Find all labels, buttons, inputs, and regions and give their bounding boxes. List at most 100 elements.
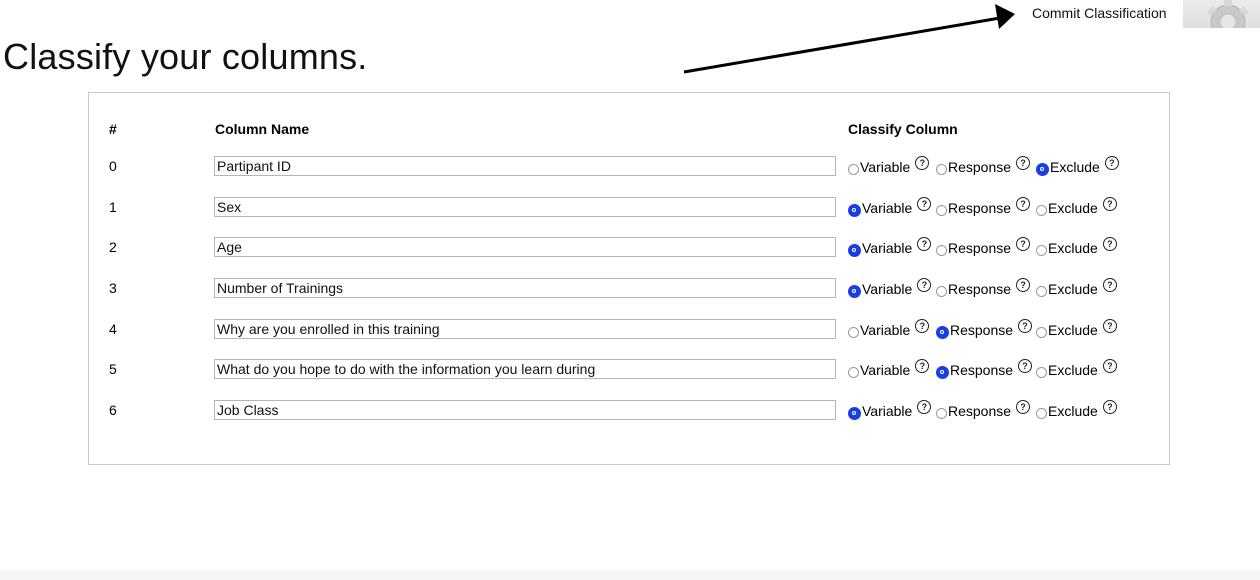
response-label: Response [950, 362, 1014, 378]
page: Classify your columns. Commit Classifica… [0, 0, 1260, 580]
help-circle-icon[interactable]: ? [1016, 156, 1031, 170]
variable-label: Variable [862, 403, 913, 419]
exclude-label: Exclude [1048, 322, 1098, 338]
exclude-option[interactable]: Exclude ? [1036, 197, 1117, 219]
column-name-input[interactable] [214, 197, 836, 217]
variable-radio[interactable] [848, 284, 861, 298]
response-label: Response [948, 200, 1012, 216]
response-option[interactable]: Response ? [936, 400, 1031, 422]
response-label: Response [948, 281, 1012, 297]
column-name-input[interactable] [214, 278, 836, 298]
response-option[interactable]: Response ? [936, 359, 1033, 381]
help-circle-icon[interactable]: ? [1102, 400, 1117, 414]
response-label: Response [948, 240, 1012, 256]
variable-radio[interactable] [848, 163, 859, 175]
column-name-input[interactable] [214, 400, 836, 420]
variable-option[interactable]: Variable ? [848, 359, 930, 381]
column-name-input[interactable] [214, 319, 836, 339]
help-circle-icon[interactable]: ? [1018, 359, 1033, 373]
help-circle-icon[interactable]: ? [1016, 278, 1031, 292]
help-circle-icon[interactable]: ? [917, 197, 932, 211]
table-row: 4 Variable ? Response ? Exclude ? [89, 319, 1169, 341]
response-option[interactable]: Response ? [936, 237, 1031, 259]
response-radio[interactable] [936, 325, 949, 339]
classification-panel: # Column Name Classify Column 0 Variable… [88, 92, 1170, 465]
row-number: 6 [109, 402, 117, 418]
response-radio[interactable] [936, 407, 947, 419]
column-name-input[interactable] [214, 359, 836, 379]
help-circle-icon[interactable]: ? [915, 156, 930, 170]
exclude-radio[interactable] [1036, 204, 1047, 216]
column-name-input[interactable] [214, 156, 836, 176]
help-circle-icon[interactable]: ? [1102, 278, 1117, 292]
variable-radio[interactable] [848, 406, 861, 420]
variable-option[interactable]: Variable ? [848, 156, 930, 178]
variable-radio[interactable] [848, 326, 859, 338]
variable-option[interactable]: Variable ? [848, 237, 932, 259]
variable-label: Variable [862, 281, 913, 297]
column-header-classify: Classify Column [848, 121, 958, 137]
help-circle-icon[interactable]: ? [915, 319, 930, 333]
table-row: 0 Variable ? Response ? Exclude ? [89, 156, 1169, 178]
column-header-name: Column Name [215, 121, 310, 137]
help-circle-icon[interactable]: ? [1104, 156, 1119, 170]
exclude-label: Exclude [1048, 281, 1098, 297]
row-number: 2 [109, 239, 117, 255]
exclude-label: Exclude [1048, 362, 1098, 378]
exclude-radio[interactable] [1036, 366, 1047, 378]
help-circle-icon[interactable]: ? [917, 278, 932, 292]
variable-option[interactable]: Variable ? [848, 278, 932, 300]
table-row: 5 Variable ? Response ? Exclude ? [89, 359, 1169, 381]
column-name-input[interactable] [214, 237, 836, 257]
variable-label: Variable [860, 159, 911, 175]
response-option[interactable]: Response ? [936, 278, 1031, 300]
response-radio[interactable] [936, 365, 949, 379]
row-number: 3 [109, 280, 117, 296]
help-circle-icon[interactable]: ? [1102, 359, 1117, 373]
variable-option[interactable]: Variable ? [848, 197, 932, 219]
response-option[interactable]: Response ? [936, 197, 1031, 219]
exclude-option[interactable]: Exclude ? [1036, 359, 1117, 381]
help-circle-icon[interactable]: ? [1102, 319, 1117, 333]
gear-icon [1207, 0, 1249, 28]
exclude-option[interactable]: Exclude ? [1036, 237, 1117, 259]
table-row: 3 Variable ? Response ? Exclude ? [89, 278, 1169, 300]
variable-radio[interactable] [848, 366, 859, 378]
settings-button[interactable] [1183, 0, 1260, 28]
response-radio[interactable] [936, 244, 947, 256]
exclude-radio[interactable] [1036, 285, 1047, 297]
response-radio[interactable] [936, 285, 947, 297]
help-circle-icon[interactable]: ? [917, 237, 932, 251]
commit-classification-button[interactable]: Commit Classification [1032, 5, 1167, 21]
variable-option[interactable]: Variable ? [848, 319, 930, 341]
response-option[interactable]: Response ? [936, 319, 1033, 341]
help-circle-icon[interactable]: ? [1102, 197, 1117, 211]
response-radio[interactable] [936, 163, 947, 175]
response-label: Response [950, 322, 1014, 338]
page-title: Classify your columns. [3, 36, 368, 77]
variable-label: Variable [860, 322, 911, 338]
exclude-option[interactable]: Exclude ? [1036, 400, 1117, 422]
variable-radio[interactable] [848, 203, 861, 217]
variable-radio[interactable] [848, 243, 861, 257]
help-circle-icon[interactable]: ? [1018, 319, 1033, 333]
help-circle-icon[interactable]: ? [1102, 237, 1117, 251]
response-radio[interactable] [936, 204, 947, 216]
variable-label: Variable [862, 200, 913, 216]
exclude-radio[interactable] [1036, 407, 1047, 419]
exclude-radio[interactable] [1036, 162, 1049, 176]
table-row: 1 Variable ? Response ? Exclude ? [89, 197, 1169, 219]
variable-option[interactable]: Variable ? [848, 400, 932, 422]
exclude-option[interactable]: Exclude ? [1036, 278, 1117, 300]
response-label: Response [948, 159, 1012, 175]
exclude-option[interactable]: Exclude ? [1036, 156, 1119, 178]
exclude-radio[interactable] [1036, 244, 1047, 256]
help-circle-icon[interactable]: ? [1016, 237, 1031, 251]
help-circle-icon[interactable]: ? [1016, 400, 1031, 414]
help-circle-icon[interactable]: ? [1016, 197, 1031, 211]
help-circle-icon[interactable]: ? [915, 359, 930, 373]
help-circle-icon[interactable]: ? [917, 400, 932, 414]
exclude-option[interactable]: Exclude ? [1036, 319, 1117, 341]
response-option[interactable]: Response ? [936, 156, 1031, 178]
exclude-radio[interactable] [1036, 326, 1047, 338]
